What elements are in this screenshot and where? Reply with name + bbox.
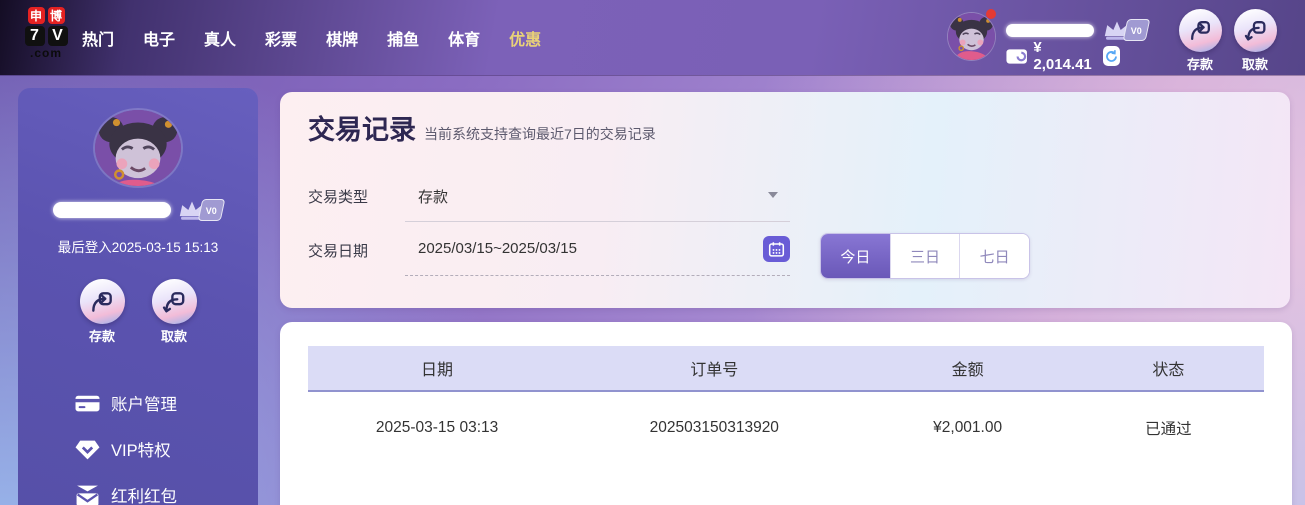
sidebar-item-label: 账户管理 (111, 396, 177, 414)
sidebar-identity-row: V0 (52, 199, 226, 221)
logo-row-cn: 申 博 (27, 7, 65, 24)
filter-row-type: 交易类型 存款 (308, 184, 790, 222)
withdraw-arrow-icon (1244, 21, 1265, 41)
deposit-button-side[interactable]: 存款 (77, 279, 127, 345)
user-identity-row: V0 (1006, 19, 1151, 41)
deposit-arrow-icon (1190, 21, 1210, 40)
refresh-icon (1106, 49, 1117, 62)
withdraw-circle (1233, 9, 1277, 52)
bank-card-icon (75, 395, 100, 411)
range-button-7days[interactable]: 七日 (959, 234, 1029, 278)
logo-char-1: 申 (27, 7, 45, 24)
col-header-order: 订单号 (690, 362, 739, 379)
wallet-icon (1006, 48, 1027, 64)
logo-v: V (47, 26, 68, 46)
col-header-date: 日期 (421, 362, 454, 379)
vip-gem-icon (75, 440, 100, 459)
filter-row-date: 交易日期 2025/03/15~2025/03/15 (308, 236, 790, 276)
deposit-arrow-icon (92, 291, 112, 312)
last-login-text: 最后登入2025-03-15 15:13 (57, 240, 219, 255)
nav-item-slots[interactable]: 电子 (143, 26, 175, 50)
page: 申 博 7 V .com 热门 电子 真人 彩票 棋牌 捕鱼 体育 优惠 V0 … (0, 0, 1305, 505)
range-button-today[interactable]: 今日 (821, 234, 890, 278)
page-title: 交易记录 (308, 115, 416, 145)
avatar-illustration (948, 13, 995, 60)
range-button-3days[interactable]: 三日 (889, 234, 960, 278)
site-logo[interactable]: 申 博 7 V .com (18, 7, 74, 59)
avatar[interactable] (948, 13, 995, 60)
nav-item-hot[interactable]: 热门 (82, 26, 114, 50)
balance-row: ¥ 2,014.41 (1006, 39, 1121, 73)
transaction-table-panel: 日期 订单号 金额 状态 2025-03-15 03:13 2025031503… (280, 322, 1292, 505)
nav-item-promo[interactable]: 优惠 (509, 26, 541, 50)
withdraw-button-top[interactable]: 取款 (1231, 9, 1279, 73)
withdraw-circle (151, 279, 197, 324)
transaction-table: 日期 订单号 金额 状态 2025-03-15 03:13 2025031503… (308, 346, 1264, 464)
title-row: 交易记录 当前系统支持查询最近7日的交易记录 (308, 108, 656, 147)
deposit-circle (1178, 9, 1222, 52)
deposit-label: 存款 (88, 329, 115, 344)
sidebar-avatar[interactable] (95, 110, 181, 186)
sidebar-item-redpacket[interactable]: 红利红包 (18, 472, 258, 505)
date-range-input[interactable]: 2025/03/15~2025/03/15 (405, 236, 790, 276)
deposit-circle (79, 279, 125, 324)
page-subtitle: 当前系统支持查询最近7日的交易记录 (424, 126, 656, 142)
top-nav: 申 博 7 V .com 热门 电子 真人 彩票 棋牌 捕鱼 体育 优惠 V0 … (0, 0, 1305, 75)
date-filter-label: 交易日期 (308, 243, 369, 260)
calendar-icon (768, 241, 785, 257)
nav-menu: 热门 电子 真人 彩票 棋牌 捕鱼 体育 优惠 (82, 0, 541, 75)
date-range-value: 2025/03/15~2025/03/15 (418, 240, 577, 257)
withdraw-button-side[interactable]: 取款 (149, 279, 199, 345)
type-select-value: 存款 (418, 189, 449, 206)
col-header-amount: 金额 (951, 362, 984, 379)
nav-item-live[interactable]: 真人 (204, 26, 236, 50)
logo-row-7v: 7 V (24, 26, 68, 46)
withdraw-arrow-icon (162, 291, 185, 313)
col-header-status: 状态 (1152, 362, 1185, 379)
username-redacted (1006, 23, 1094, 37)
logo-char-2: 博 (47, 7, 65, 24)
deposit-label: 存款 (1186, 57, 1213, 72)
nav-item-cards[interactable]: 棋牌 (326, 26, 358, 50)
withdraw-label: 取款 (160, 329, 187, 344)
sidebar-avatar-illustration (95, 110, 181, 186)
logo-com: .com (29, 46, 62, 60)
refresh-balance-button[interactable] (1102, 46, 1121, 66)
logo-7: 7 (24, 26, 45, 46)
cell-amount: ¥2,001.00 (933, 419, 1003, 436)
type-filter-label: 交易类型 (308, 189, 369, 206)
type-select[interactable]: 存款 (405, 184, 790, 222)
red-packet-icon (76, 485, 99, 505)
chevron-down-icon[interactable] (768, 192, 778, 198)
cell-order-no: 202503150313920 (649, 419, 779, 436)
table-row: 2025-03-15 03:13 202503150313920 ¥2,001.… (308, 392, 1264, 464)
vip-level-badge: V0 (197, 199, 226, 221)
nav-item-fishing[interactable]: 捕鱼 (387, 26, 419, 50)
sidebar-actions: 存款 取款 (77, 279, 199, 345)
transaction-filter-panel: 交易记录 当前系统支持查询最近7日的交易记录 交易类型 存款 交易日期 2025… (280, 92, 1290, 308)
sidebar-item-label: 红利红包 (111, 488, 177, 505)
sidebar-item-vip[interactable]: VIP特权 (18, 426, 258, 472)
sidebar-menu: 账户管理 VIP特权 红利红包 (18, 380, 258, 505)
nav-item-lottery[interactable]: 彩票 (265, 26, 297, 50)
notification-dot (986, 9, 996, 19)
username-redacted (52, 202, 171, 218)
date-range-button-group: 今日 三日 七日 (820, 233, 1030, 279)
sidebar-item-account[interactable]: 账户管理 (18, 380, 258, 426)
table-header-row: 日期 订单号 金额 状态 (308, 346, 1264, 392)
sidebar-item-label: VIP特权 (111, 442, 171, 460)
vip-level-badge: V0 (1122, 19, 1151, 41)
sidebar: V0 最后登入2025-03-15 15:13 存款 取款 账户管理 VIP特权… (18, 88, 258, 505)
nav-item-sports[interactable]: 体育 (448, 26, 480, 50)
withdraw-label: 取款 (1241, 57, 1268, 72)
cell-status: 已通过 (1145, 421, 1192, 438)
cell-date: 2025-03-15 03:13 (375, 419, 499, 436)
deposit-button-top[interactable]: 存款 (1176, 9, 1224, 73)
balance-amount: ¥ 2,014.41 (1033, 39, 1092, 73)
calendar-button[interactable] (763, 236, 790, 262)
